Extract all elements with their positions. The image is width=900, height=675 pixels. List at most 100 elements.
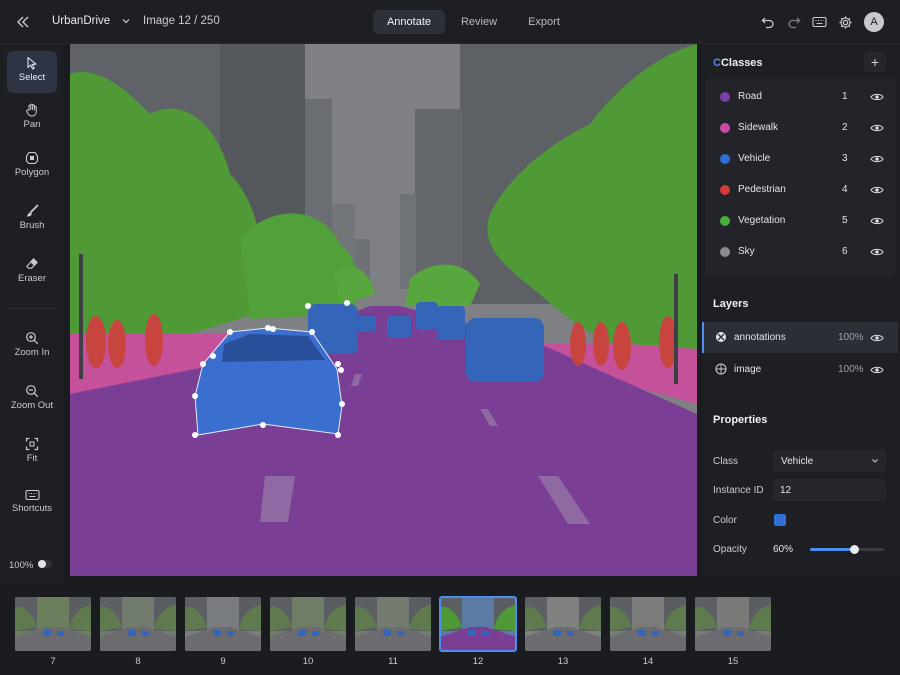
class-select[interactable]: Vehicle <box>773 450 886 472</box>
eye-icon[interactable] <box>870 185 884 195</box>
properties-title: Properties <box>713 414 768 426</box>
class-row-sky[interactable]: Sky 6 <box>706 237 896 267</box>
layer-row-annotations[interactable]: annotations 100% <box>702 322 898 353</box>
filmstrip: 7 8 9 10 11 12 13 14 15 <box>0 584 900 675</box>
tool-zoom-in[interactable]: Zoom In <box>7 326 57 368</box>
thumbnail-number: 13 <box>557 656 569 667</box>
tool-label: Shortcuts <box>11 503 53 514</box>
eye-icon[interactable] <box>870 333 884 343</box>
classes-header: CClasses <box>713 57 763 69</box>
tool-eraser[interactable]: Eraser <box>7 252 57 294</box>
undo-icon[interactable] <box>759 13 777 31</box>
filmstrip-thumbnail[interactable] <box>100 597 176 651</box>
class-hotkey: 1 <box>842 91 848 102</box>
tool-polygon[interactable]: Polygon <box>7 146 57 188</box>
filmstrip-thumbnail[interactable] <box>355 597 431 651</box>
polygon-icon <box>25 151 39 165</box>
thumbnail-number: 11 <box>388 656 398 667</box>
class-color-dot <box>720 92 730 102</box>
hand-icon <box>26 103 37 117</box>
thumbnail-number: 12 <box>472 656 484 667</box>
image-layer-icon <box>715 363 727 375</box>
class-hotkey: 3 <box>842 153 848 164</box>
image-counter: Image 12 / 250 <box>143 15 220 27</box>
collapse-left-icon[interactable] <box>14 13 32 31</box>
filmstrip-thumbnail[interactable] <box>15 597 91 651</box>
class-color-dot <box>720 123 730 133</box>
class-hotkey: 2 <box>842 122 848 133</box>
tab-export[interactable]: Export <box>514 10 574 34</box>
filmstrip-thumbnail[interactable] <box>525 597 601 651</box>
class-name: Pedestrian <box>738 184 786 195</box>
thumbnail-number: 10 <box>302 656 314 667</box>
opacity-slider[interactable] <box>810 545 884 554</box>
color-label: Color <box>713 515 737 526</box>
segmented-street-image <box>70 44 697 576</box>
right-panel: CClasses + Road 1 Sidewalk 2 Vehicle 3 Pedestr… <box>702 44 900 577</box>
eye-icon[interactable] <box>870 365 884 375</box>
layer-opacity: 100% <box>838 364 864 375</box>
class-row-road[interactable]: Road 1 <box>706 82 896 112</box>
layer-row-image[interactable]: image 100% <box>702 354 898 385</box>
tool-pan[interactable]: Pan <box>7 98 57 140</box>
eraser-icon <box>26 258 38 269</box>
class-hotkey: 4 <box>842 184 848 195</box>
tool-shortcuts[interactable]: Shortcuts <box>7 484 57 526</box>
opacity-slider-thumb[interactable] <box>850 545 860 554</box>
eye-icon[interactable] <box>870 216 884 226</box>
instance-id-label: Instance ID <box>713 485 764 496</box>
cursor-icon <box>27 56 37 70</box>
zoom-toggle[interactable] <box>38 560 52 568</box>
eye-icon[interactable] <box>870 154 884 164</box>
tool-label: Fit <box>26 453 38 464</box>
annotation-canvas[interactable] <box>70 44 697 576</box>
tool-fit[interactable]: Fit <box>7 432 57 474</box>
instance-id-field[interactable]: 12 <box>773 479 886 501</box>
class-row-sidewalk[interactable]: Sidewalk 2 <box>706 113 896 143</box>
tab-review[interactable]: Review <box>448 10 510 34</box>
color-swatch[interactable] <box>774 514 786 526</box>
class-label: Class <box>713 456 739 467</box>
add-class-button[interactable]: + <box>864 52 886 72</box>
filmstrip-thumbnail[interactable] <box>185 597 261 651</box>
eye-icon[interactable] <box>870 92 884 102</box>
filmstrip-thumbnail[interactable] <box>610 597 686 651</box>
fit-icon <box>25 437 39 451</box>
filmstrip-thumbnail[interactable] <box>439 596 517 652</box>
class-name: Sidewalk <box>738 122 779 133</box>
project-name[interactable]: UrbanDrive <box>52 15 110 27</box>
filmstrip-thumbnail[interactable] <box>695 597 771 651</box>
layer-list: annotations 100% image 100% <box>702 322 900 398</box>
tool-label: Pan <box>23 119 41 130</box>
tool-label: Zoom In <box>14 347 50 358</box>
eye-icon[interactable] <box>870 123 884 133</box>
class-row-vehicle[interactable]: Vehicle 3 <box>706 144 896 174</box>
thumbnail-number: 14 <box>642 656 654 667</box>
tool-select[interactable]: Select <box>7 51 57 93</box>
keyboard-icon <box>24 489 40 501</box>
tool-sidebar: Select Pan Polygon Brush Eraser Zoom In … <box>0 44 64 584</box>
chevron-down-icon[interactable] <box>121 16 131 26</box>
opacity-slider-fill <box>810 548 855 551</box>
thumbnail-number: 15 <box>727 656 739 667</box>
eye-icon[interactable] <box>870 247 884 257</box>
class-select-value: Vehicle <box>781 456 814 467</box>
class-row-vegetation[interactable]: Vegetation 5 <box>706 206 896 236</box>
class-row-pedestrian[interactable]: Pedestrian 4 <box>706 175 896 205</box>
class-hotkey: 5 <box>842 215 848 226</box>
class-name: Sky <box>738 246 755 257</box>
layers-title: Layers <box>713 298 749 310</box>
avatar[interactable]: A <box>864 12 884 32</box>
gear-icon[interactable] <box>836 13 854 31</box>
tool-zoom-out[interactable]: Zoom Out <box>7 379 57 421</box>
keyboard-icon[interactable] <box>810 13 828 31</box>
tool-label: Brush <box>19 220 45 231</box>
layer-name: annotations <box>734 332 786 343</box>
tool-label: Select <box>18 72 46 83</box>
layer-opacity: 100% <box>838 332 864 343</box>
tab-annotate[interactable]: Annotate <box>373 10 445 34</box>
filmstrip-thumbnail[interactable] <box>270 597 346 651</box>
redo-icon[interactable] <box>785 13 803 31</box>
thumbnail-number: 7 <box>50 656 56 667</box>
tool-brush[interactable]: Brush <box>7 199 57 241</box>
